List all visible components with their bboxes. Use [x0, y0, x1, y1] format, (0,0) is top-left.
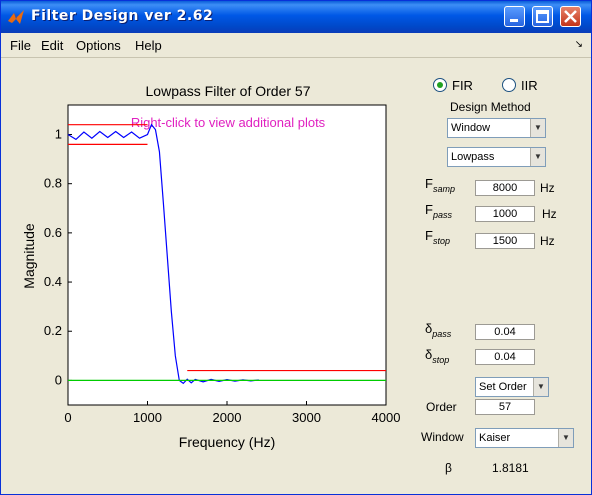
fpass-label: Fpass — [425, 202, 452, 220]
fir-label: FIR — [452, 78, 473, 93]
x-axis-label: Frequency (Hz) — [179, 434, 275, 450]
close-button[interactable] — [560, 6, 581, 27]
iir-label: IIR — [521, 78, 538, 93]
plot-title: Lowpass Filter of Order 57 — [146, 83, 311, 99]
x-tick-label: 3000 — [292, 410, 321, 425]
fstop-input[interactable]: 1500 — [475, 233, 535, 249]
window-label: Window — [421, 430, 464, 444]
window-type-value: Kaiser — [479, 432, 511, 444]
fstop-unit: Hz — [540, 234, 555, 248]
app-window: Filter Design ver 2.62 File Edit Options… — [0, 0, 592, 495]
delta-pass-input[interactable]: 0.04 — [475, 324, 535, 340]
x-tick-label: 2000 — [213, 410, 242, 425]
design-method-value: Window — [451, 122, 491, 134]
menu-file[interactable]: File — [10, 38, 31, 53]
y-tick-label: 0 — [55, 372, 62, 387]
title-bar[interactable]: Filter Design ver 2.62 — [1, 1, 591, 33]
order-input[interactable]: 57 — [475, 399, 535, 415]
chevron-down-icon: ▼ — [558, 429, 573, 447]
matlab-logo-icon — [8, 10, 24, 24]
delta-stop-label: δstop — [425, 347, 450, 365]
chevron-down-icon: ▼ — [533, 378, 548, 396]
fsamp-input[interactable]: 8000 — [475, 180, 535, 196]
beta-value: 1.8181 — [492, 461, 529, 475]
y-tick-label: 0.6 — [44, 225, 62, 240]
minimize-button[interactable] — [504, 6, 525, 27]
chevron-down-icon: ▼ — [530, 119, 545, 137]
dock-arrow-icon[interactable]: ↘ — [575, 39, 583, 50]
order-label: Order — [426, 400, 457, 414]
fsamp-unit: Hz — [540, 181, 555, 195]
plot-hint: Right-click to view additional plots — [131, 115, 326, 130]
y-tick-label: 0.4 — [44, 274, 62, 289]
y-axis-label: Magnitude — [21, 223, 37, 289]
minimize-icon — [510, 19, 518, 22]
delta-pass-label: δpass — [425, 321, 452, 339]
maximize-button[interactable] — [532, 6, 553, 27]
fstop-label: Fstop — [425, 228, 450, 246]
window-title: Filter Design ver 2.62 — [31, 8, 214, 24]
maximize-icon — [536, 10, 549, 23]
order-mode-select[interactable]: Set Order ▼ — [475, 377, 549, 397]
magnitude-plot[interactable]: Lowpass Filter of Order 57 Right-click t… — [1, 58, 401, 458]
menu-help[interactable]: Help — [135, 38, 162, 53]
close-icon — [564, 10, 577, 23]
menu-bar: File Edit Options Help ↘ — [1, 34, 591, 56]
x-tick-label: 4000 — [372, 410, 401, 425]
y-tick-label: 0.2 — [44, 323, 62, 338]
menu-edit[interactable]: Edit — [41, 38, 63, 53]
x-tick-label: 0 — [64, 410, 71, 425]
menu-options[interactable]: Options — [76, 38, 121, 53]
delta-stop-input[interactable]: 0.04 — [475, 349, 535, 365]
chevron-down-icon: ▼ — [530, 148, 545, 166]
fpass-unit: Hz — [542, 207, 557, 221]
plot-axes — [67, 104, 387, 406]
radio-selected-dot — [437, 82, 443, 88]
design-method-select[interactable]: Window ▼ — [447, 118, 546, 138]
fpass-input[interactable]: 1000 — [475, 206, 535, 222]
order-mode-value: Set Order — [479, 381, 527, 393]
beta-label: β — [445, 461, 452, 475]
window-type-select[interactable]: Kaiser ▼ — [475, 428, 574, 448]
design-method-label: Design Method — [450, 100, 531, 114]
x-tick-label: 1000 — [133, 410, 162, 425]
y-tick-label: 0.8 — [44, 176, 62, 191]
y-tick-label: 1 — [55, 127, 62, 142]
filter-type-value: Lowpass — [451, 151, 495, 163]
fsamp-label: Fsamp — [425, 176, 455, 194]
fir-radio[interactable] — [433, 78, 447, 92]
filter-type-select[interactable]: Lowpass ▼ — [447, 147, 546, 167]
iir-radio[interactable] — [502, 78, 516, 92]
